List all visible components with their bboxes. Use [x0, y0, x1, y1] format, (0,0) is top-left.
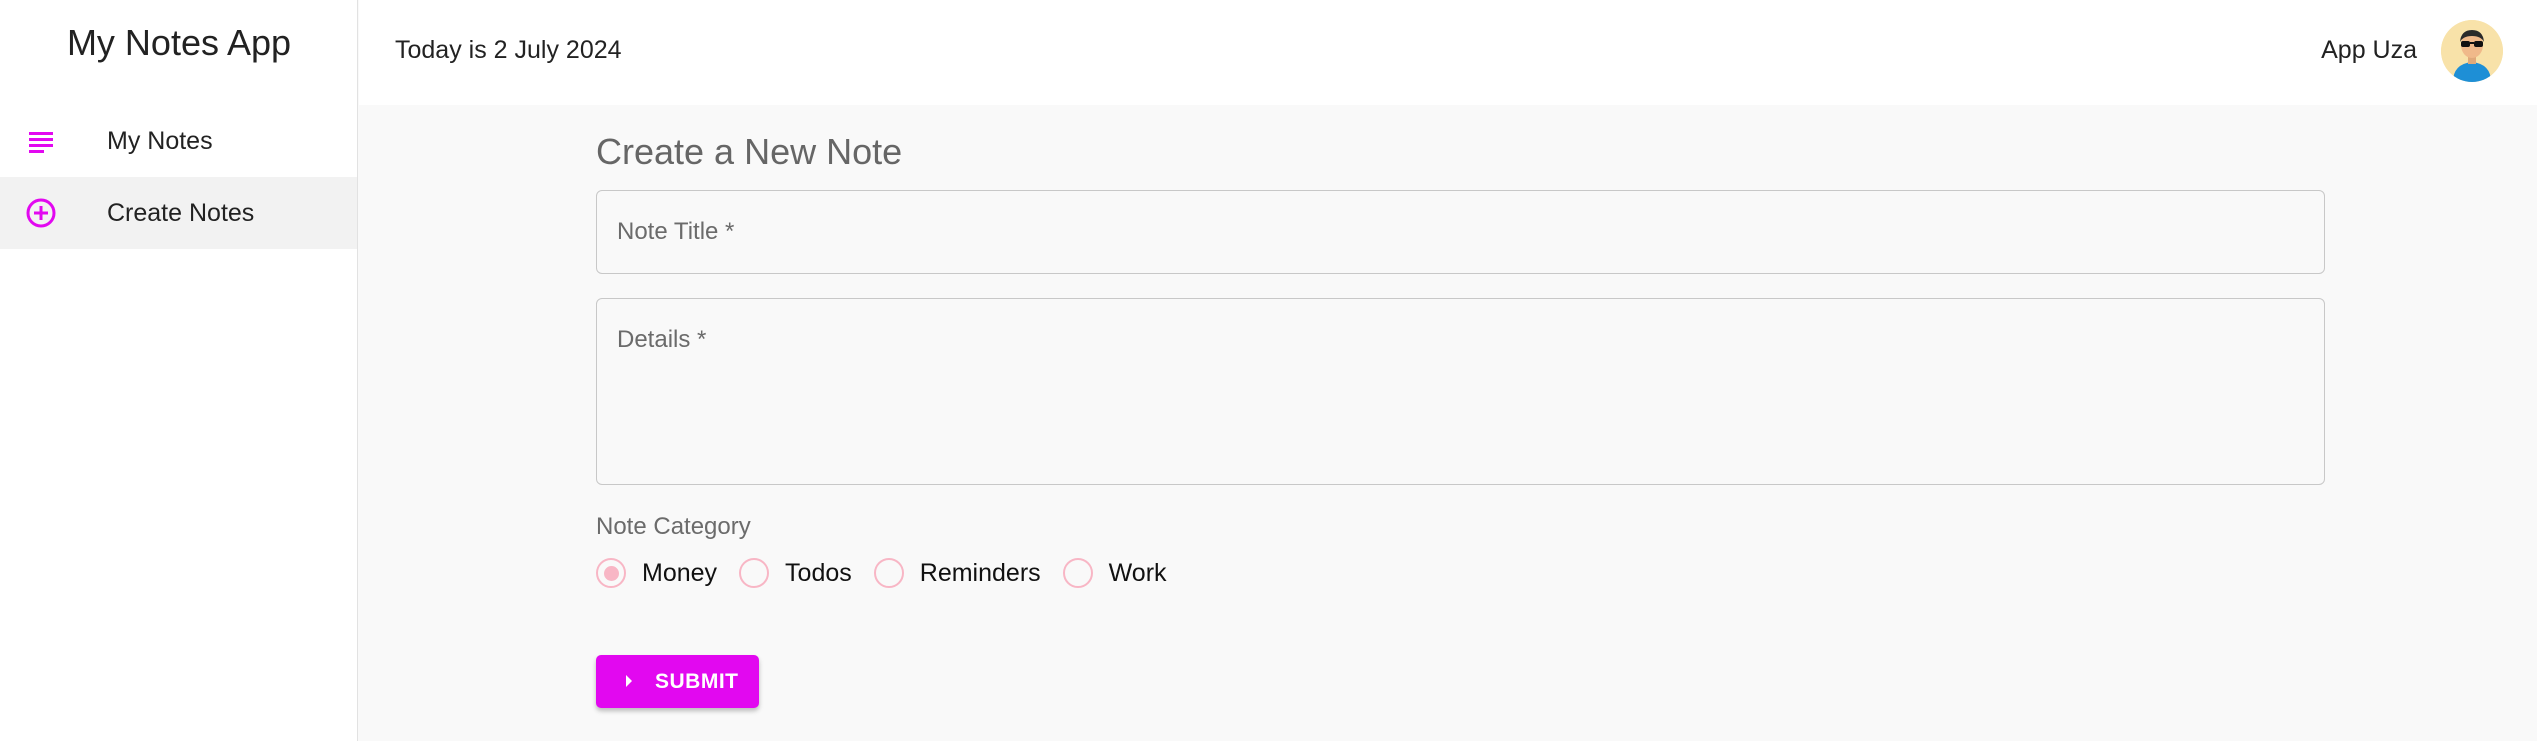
note-title-label: Note Title * [617, 218, 735, 245]
page-title: Create a New Note [596, 131, 903, 172]
note-title-field[interactable]: Note Title * [596, 190, 2325, 274]
radio-reminders[interactable]: Reminders [873, 558, 1041, 588]
subject-icon [24, 124, 58, 158]
submit-button[interactable]: SUBMIT [596, 655, 759, 708]
radio-label: Todos [785, 558, 852, 587]
radio-money[interactable]: Money [596, 558, 717, 588]
sidebar-item-label: Create Notes [107, 198, 255, 227]
nav-drawer: My Notes App My Notes Create Notes [0, 0, 358, 741]
details-field[interactable]: Details * [596, 298, 2325, 485]
note-category-radio-group: Money Todos Reminders Work [596, 553, 1189, 593]
radio-button[interactable] [596, 558, 626, 588]
app-title: My Notes App [66, 22, 292, 63]
sidebar-item-my-notes[interactable]: My Notes [0, 105, 357, 177]
sidebar-item-create-notes[interactable]: Create Notes [0, 177, 357, 249]
radio-todos[interactable]: Todos [739, 558, 852, 588]
user-name: App Uza [2321, 36, 2417, 64]
submit-label: SUBMIT [655, 670, 739, 693]
radio-label: Work [1108, 558, 1167, 587]
sidebar-item-label: My Notes [107, 126, 213, 155]
note-category-label: Note Category [596, 513, 751, 540]
radio-button[interactable] [1062, 558, 1093, 588]
avatar[interactable] [2441, 20, 2503, 82]
radio-selected-dot [603, 565, 619, 581]
arrow-right-icon [624, 674, 634, 691]
radio-button[interactable] [873, 558, 904, 588]
radio-label: Money [642, 558, 718, 587]
add-circle-outline-icon [24, 196, 58, 230]
radio-button[interactable] [739, 558, 770, 588]
date-text: Today is 2 July 2024 [395, 36, 622, 64]
radio-work[interactable]: Work [1062, 558, 1167, 588]
radio-label: Reminders [919, 558, 1041, 587]
app-bar: Today is 2 July 2024 App Uza [359, 0, 2537, 105]
avatar-icon [2441, 20, 2503, 82]
details-label: Details * [617, 326, 707, 353]
